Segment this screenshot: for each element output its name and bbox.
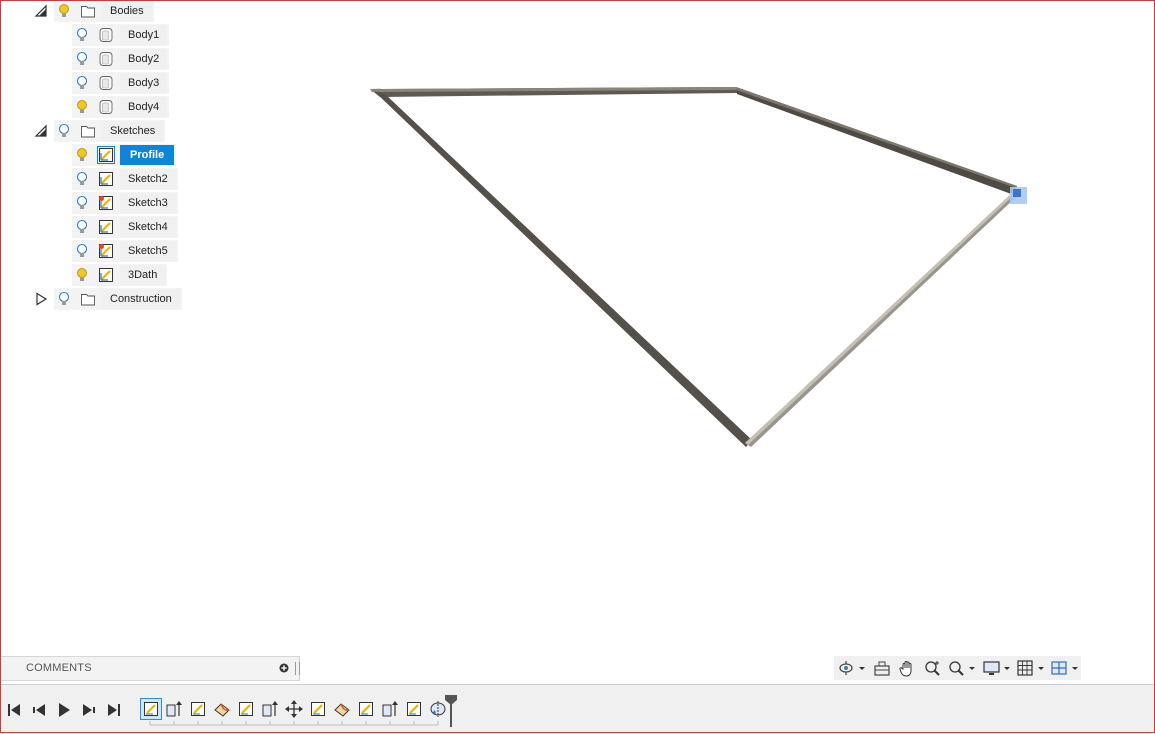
folder-icon xyxy=(81,6,95,18)
sketch-label: Sketch5 xyxy=(120,241,176,261)
collapse-triangle-icon[interactable] xyxy=(34,124,48,138)
body-icon xyxy=(99,52,113,66)
sketch-label: 3Dath xyxy=(120,265,166,285)
folder-label: Bodies xyxy=(102,1,152,21)
body-item[interactable]: Body3 xyxy=(72,72,170,94)
comments-panel[interactable]: COMMENTS xyxy=(0,656,300,681)
body-icon xyxy=(99,76,113,90)
orbit-icon[interactable] xyxy=(836,658,868,678)
viewports-icon[interactable] xyxy=(1049,658,1081,678)
timeline-move-feature[interactable] xyxy=(284,699,304,719)
folder-sketches[interactable]: Sketches xyxy=(34,120,166,142)
body-label: Body3 xyxy=(120,73,168,93)
body-icon xyxy=(99,28,113,42)
lightbulb-off-icon[interactable] xyxy=(74,243,90,259)
timeline-sketch-feature[interactable] xyxy=(308,699,328,719)
folder-label: Sketches xyxy=(102,121,164,141)
folder-bodies[interactable]: Bodies xyxy=(34,0,154,22)
sketch-icon xyxy=(99,268,113,282)
folder-label: Construction xyxy=(102,289,180,309)
browser-tree: Bodies Body1 Body2 Body3 Body4 Sketches … xyxy=(0,0,300,320)
timeline-sketch-feature[interactable] xyxy=(140,698,162,720)
timeline-sketch-feature[interactable] xyxy=(188,699,208,719)
sketch-icon xyxy=(97,146,115,164)
step-back-icon[interactable] xyxy=(31,702,47,718)
body-item[interactable]: Body2 xyxy=(72,48,170,70)
step-forward-icon[interactable] xyxy=(81,702,97,718)
lightbulb-off-icon[interactable] xyxy=(74,75,90,91)
folder-icon xyxy=(81,126,95,138)
timeline-track xyxy=(149,721,439,726)
lightbulb-off-icon[interactable] xyxy=(74,195,90,211)
collapse-triangle-icon[interactable] xyxy=(34,4,48,18)
zoom-icon[interactable] xyxy=(921,658,944,678)
timeline-bar xyxy=(0,684,1155,734)
selection-point-marker[interactable] xyxy=(1010,187,1027,204)
sketch-item-selected[interactable]: Profile xyxy=(72,144,177,166)
add-comment-icon[interactable] xyxy=(279,663,289,673)
body-item[interactable]: Body4 xyxy=(72,96,170,118)
sketch-label: Profile xyxy=(120,145,175,165)
timeline-extrude-feature[interactable] xyxy=(164,699,184,719)
body-label: Body4 xyxy=(120,97,168,117)
lightbulb-on-icon[interactable] xyxy=(74,147,90,163)
sketch-label: Sketch2 xyxy=(120,169,176,189)
folder-icon xyxy=(81,294,95,306)
body-label: Body1 xyxy=(120,25,168,45)
timeline-extrude-feature[interactable] xyxy=(380,699,400,719)
panel-grip-icon[interactable] xyxy=(295,662,300,675)
body-item[interactable]: Body1 xyxy=(72,24,170,46)
timeline-sweep-feature[interactable] xyxy=(212,699,232,719)
display-settings-icon[interactable] xyxy=(981,658,1013,678)
sketch-icon xyxy=(99,220,113,234)
expand-triangle-icon[interactable] xyxy=(34,292,48,306)
lightbulb-off-icon[interactable] xyxy=(74,27,90,43)
timeline-sketch-feature[interactable] xyxy=(356,699,376,719)
sketch-item[interactable]: 3Dath xyxy=(72,264,168,286)
lightbulb-on-icon[interactable] xyxy=(74,99,90,115)
sketch-icon xyxy=(99,172,113,186)
folder-construction[interactable]: Construction xyxy=(34,288,182,310)
sketch-label: Sketch4 xyxy=(120,217,176,237)
lightbulb-off-icon[interactable] xyxy=(74,219,90,235)
lightbulb-off-icon[interactable] xyxy=(74,171,90,187)
pan-icon[interactable] xyxy=(896,658,919,678)
lightbulb-on-icon[interactable] xyxy=(56,3,72,19)
lightbulb-off-icon[interactable] xyxy=(74,51,90,67)
body-label: Body2 xyxy=(120,49,168,69)
timeline-sweep-feature[interactable] xyxy=(332,699,352,719)
sketch-item[interactable]: Sketch4 xyxy=(72,216,178,238)
comments-label: COMMENTS xyxy=(26,662,92,674)
sketch-item[interactable]: Sketch3 xyxy=(72,192,178,214)
timeline-extrude-feature[interactable] xyxy=(260,699,280,719)
go-to-start-icon[interactable] xyxy=(6,702,22,718)
look-at-icon[interactable] xyxy=(870,658,893,678)
grid-icon[interactable] xyxy=(1015,658,1047,678)
lightbulb-on-icon[interactable] xyxy=(74,267,90,283)
go-to-end-icon[interactable] xyxy=(106,702,122,718)
navigation-bar xyxy=(834,656,1081,680)
sketch-item[interactable]: Sketch5 xyxy=(72,240,178,262)
sketch-label: Sketch3 xyxy=(120,193,176,213)
sketch-item[interactable]: Sketch2 xyxy=(72,168,178,190)
timeline-sketch-feature[interactable] xyxy=(404,699,424,719)
lightbulb-off-icon[interactable] xyxy=(56,291,72,307)
sketch-warning-icon xyxy=(99,244,113,258)
lightbulb-off-icon[interactable] xyxy=(56,123,72,139)
body-icon xyxy=(99,100,113,114)
play-icon[interactable] xyxy=(56,702,72,718)
sketch-profile-body[interactable] xyxy=(370,87,1017,447)
sketch-warning-icon xyxy=(99,196,113,210)
fit-icon[interactable] xyxy=(946,658,978,678)
timeline-marker-icon[interactable] xyxy=(444,695,458,727)
timeline-sketch-feature[interactable] xyxy=(236,699,256,719)
